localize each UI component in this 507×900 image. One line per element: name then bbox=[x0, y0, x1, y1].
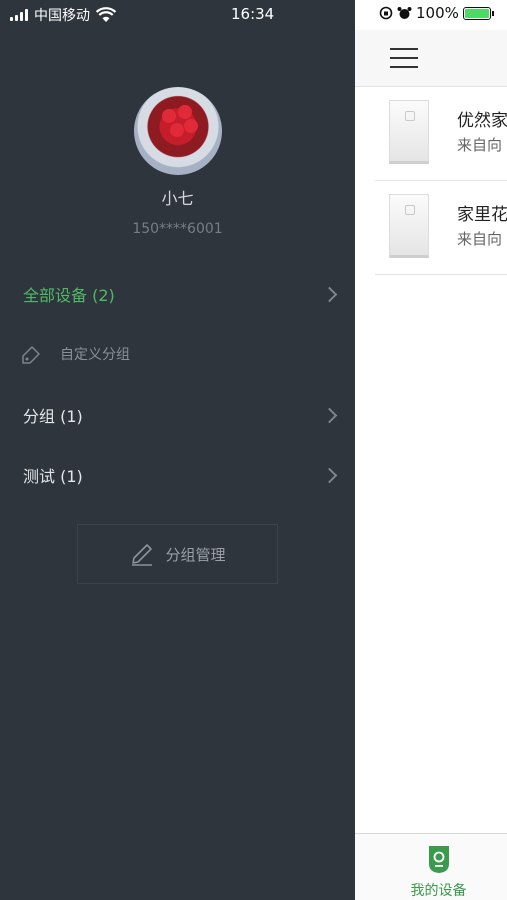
pencil-icon bbox=[132, 544, 153, 566]
battery-percent: 100% bbox=[416, 4, 459, 22]
rotation-lock-icon bbox=[379, 6, 393, 20]
chevron-right-icon bbox=[321, 467, 338, 483]
menu-icon[interactable] bbox=[390, 48, 418, 68]
battery-icon bbox=[462, 6, 494, 20]
signal-icon bbox=[10, 9, 28, 21]
tab-bar: 我的设备 bbox=[355, 833, 507, 900]
device-shield-icon[interactable] bbox=[427, 844, 451, 874]
user-phone: 150****6001 bbox=[132, 221, 223, 237]
status-time: 16:34 bbox=[231, 5, 275, 23]
device-list-screen: 100% 优然家 来自向 家里花 来自向 我的设备 bbox=[355, 0, 507, 900]
tag-icon bbox=[22, 346, 40, 364]
menu-item-label: 全部设备 (2) bbox=[23, 286, 115, 305]
device-subtitle: 来自向 bbox=[457, 230, 503, 248]
menu-item-label: 分组 (1) bbox=[23, 407, 83, 426]
purifier-image bbox=[389, 194, 429, 258]
tab-my-devices[interactable]: 我的设备 bbox=[355, 880, 507, 900]
chevron-right-icon bbox=[321, 286, 338, 302]
avatar[interactable] bbox=[134, 87, 222, 175]
nav-bar bbox=[355, 30, 507, 87]
group-manage-label: 分组管理 bbox=[165, 545, 226, 564]
device-list-item[interactable]: 家里花 来自向 bbox=[375, 182, 507, 275]
user-name: 小七 bbox=[161, 189, 194, 208]
device-subtitle: 来自向 bbox=[457, 136, 503, 154]
purifier-image bbox=[389, 100, 429, 164]
menu-item-label: 自定义分组 bbox=[60, 347, 130, 363]
status-bar-left: 中国移动 bbox=[10, 5, 116, 25]
device-list-item[interactable]: 优然家 来自向 bbox=[375, 88, 507, 181]
menu-item-custom-group[interactable]: 自定义分组 bbox=[0, 339, 355, 369]
chevron-right-icon bbox=[321, 407, 338, 423]
menu-item-group-1[interactable]: 分组 (1) bbox=[0, 400, 355, 430]
side-drawer: 中国移动 16:34 小七 150****6001 全部设备 (2) 自定义分组… bbox=[0, 0, 355, 900]
device-name: 优然家 bbox=[457, 111, 507, 131]
device-name: 家里花 bbox=[457, 205, 507, 225]
carrier-label: 中国移动 bbox=[34, 8, 90, 24]
menu-item-group-2[interactable]: 测试 (1) bbox=[0, 460, 355, 490]
group-manage-button[interactable]: 分组管理 bbox=[77, 524, 278, 584]
alarm-icon bbox=[397, 6, 412, 19]
wifi-icon bbox=[96, 7, 116, 22]
menu-item-all-devices[interactable]: 全部设备 (2) bbox=[0, 279, 355, 309]
menu-item-label: 测试 (1) bbox=[23, 467, 83, 486]
status-bar-right: 100% bbox=[379, 4, 494, 22]
